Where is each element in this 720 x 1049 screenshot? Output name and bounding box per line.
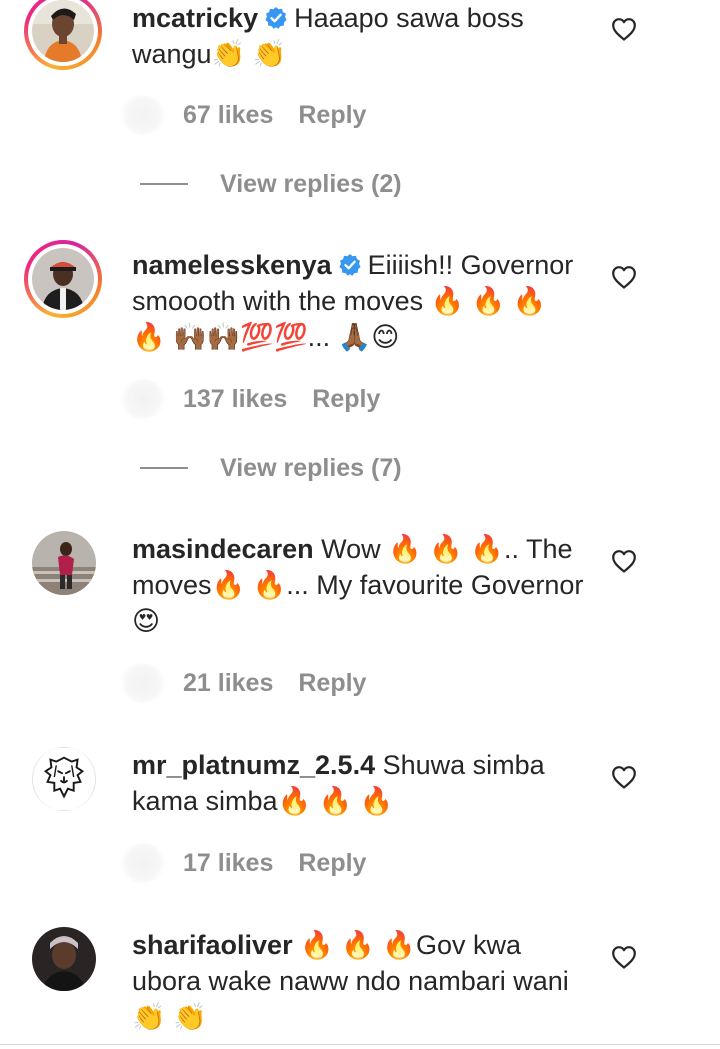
like-heart-icon[interactable] [610, 763, 638, 791]
comment-text: mr_platnumz_2.5.4 Shuwa simba kama simba… [132, 747, 587, 819]
avatar-photo [32, 0, 94, 62]
lion-head-icon [33, 747, 95, 811]
comment-username[interactable]: sharifaoliver [132, 930, 293, 960]
comment-username[interactable]: mcatricky [132, 3, 258, 33]
likes-count[interactable]: 137 likes [183, 385, 287, 414]
comments-list: mcatricky Haaapo sawa boss wangu👏 👏 67 li… [0, 0, 720, 1049]
reply-button[interactable]: Reply [312, 385, 380, 414]
reaction-avatars [120, 379, 166, 419]
view-replies-label: View replies (7) [220, 453, 402, 482]
comment-text: mcatricky Haaapo sawa boss wangu👏 👏 [132, 0, 587, 72]
like-heart-icon[interactable] [610, 547, 638, 575]
reaction-avatars [120, 843, 166, 883]
avatar-photo [32, 927, 96, 991]
reply-button[interactable]: Reply [298, 849, 366, 878]
comment-meta: 67 likes Reply [120, 95, 366, 135]
avatar[interactable] [24, 0, 102, 70]
reply-button[interactable]: Reply [298, 101, 366, 130]
verified-badge-icon [338, 253, 362, 277]
likes-count[interactable]: 21 likes [183, 669, 273, 698]
comment-text: masindecaren Wow 🔥 🔥 🔥.. The moves🔥 🔥...… [132, 531, 587, 639]
comment-meta: 17 likes Reply [120, 843, 366, 883]
avatar[interactable] [32, 927, 96, 991]
like-heart-icon[interactable] [610, 943, 638, 971]
reaction-avatars [120, 95, 166, 135]
avatar[interactable] [32, 531, 96, 595]
likes-count[interactable]: 67 likes [183, 101, 273, 130]
replies-divider-line [140, 467, 188, 469]
comment-text: namelesskenya Eiiiish!! Governor smoooth … [132, 247, 587, 355]
avatar-photo [32, 248, 94, 310]
comment-username[interactable]: mr_platnumz_2.5.4 [132, 750, 375, 780]
comment-meta: 21 likes Reply [120, 663, 366, 703]
view-replies-button[interactable]: View replies (7) [140, 450, 402, 486]
reaction-avatars [120, 663, 166, 703]
like-heart-icon[interactable] [610, 263, 638, 291]
like-heart-icon[interactable] [610, 15, 638, 43]
comment-username[interactable]: namelesskenya [132, 250, 332, 280]
view-replies-button[interactable]: View replies (2) [140, 166, 402, 202]
likes-count[interactable]: 17 likes [183, 849, 273, 878]
bottom-divider [0, 1044, 720, 1045]
comment-username[interactable]: masindecaren [132, 534, 314, 564]
replies-divider-line [140, 183, 188, 185]
comment-text: sharifaoliver 🔥 🔥 🔥Gov kwa ubora wake na… [132, 927, 587, 1035]
verified-badge-icon [264, 6, 288, 30]
avatar-photo [32, 531, 96, 595]
avatar[interactable] [32, 747, 96, 811]
avatar[interactable] [24, 240, 102, 318]
view-replies-label: View replies (2) [220, 169, 402, 198]
comment-meta: 137 likes Reply [120, 379, 380, 419]
reply-button[interactable]: Reply [298, 669, 366, 698]
